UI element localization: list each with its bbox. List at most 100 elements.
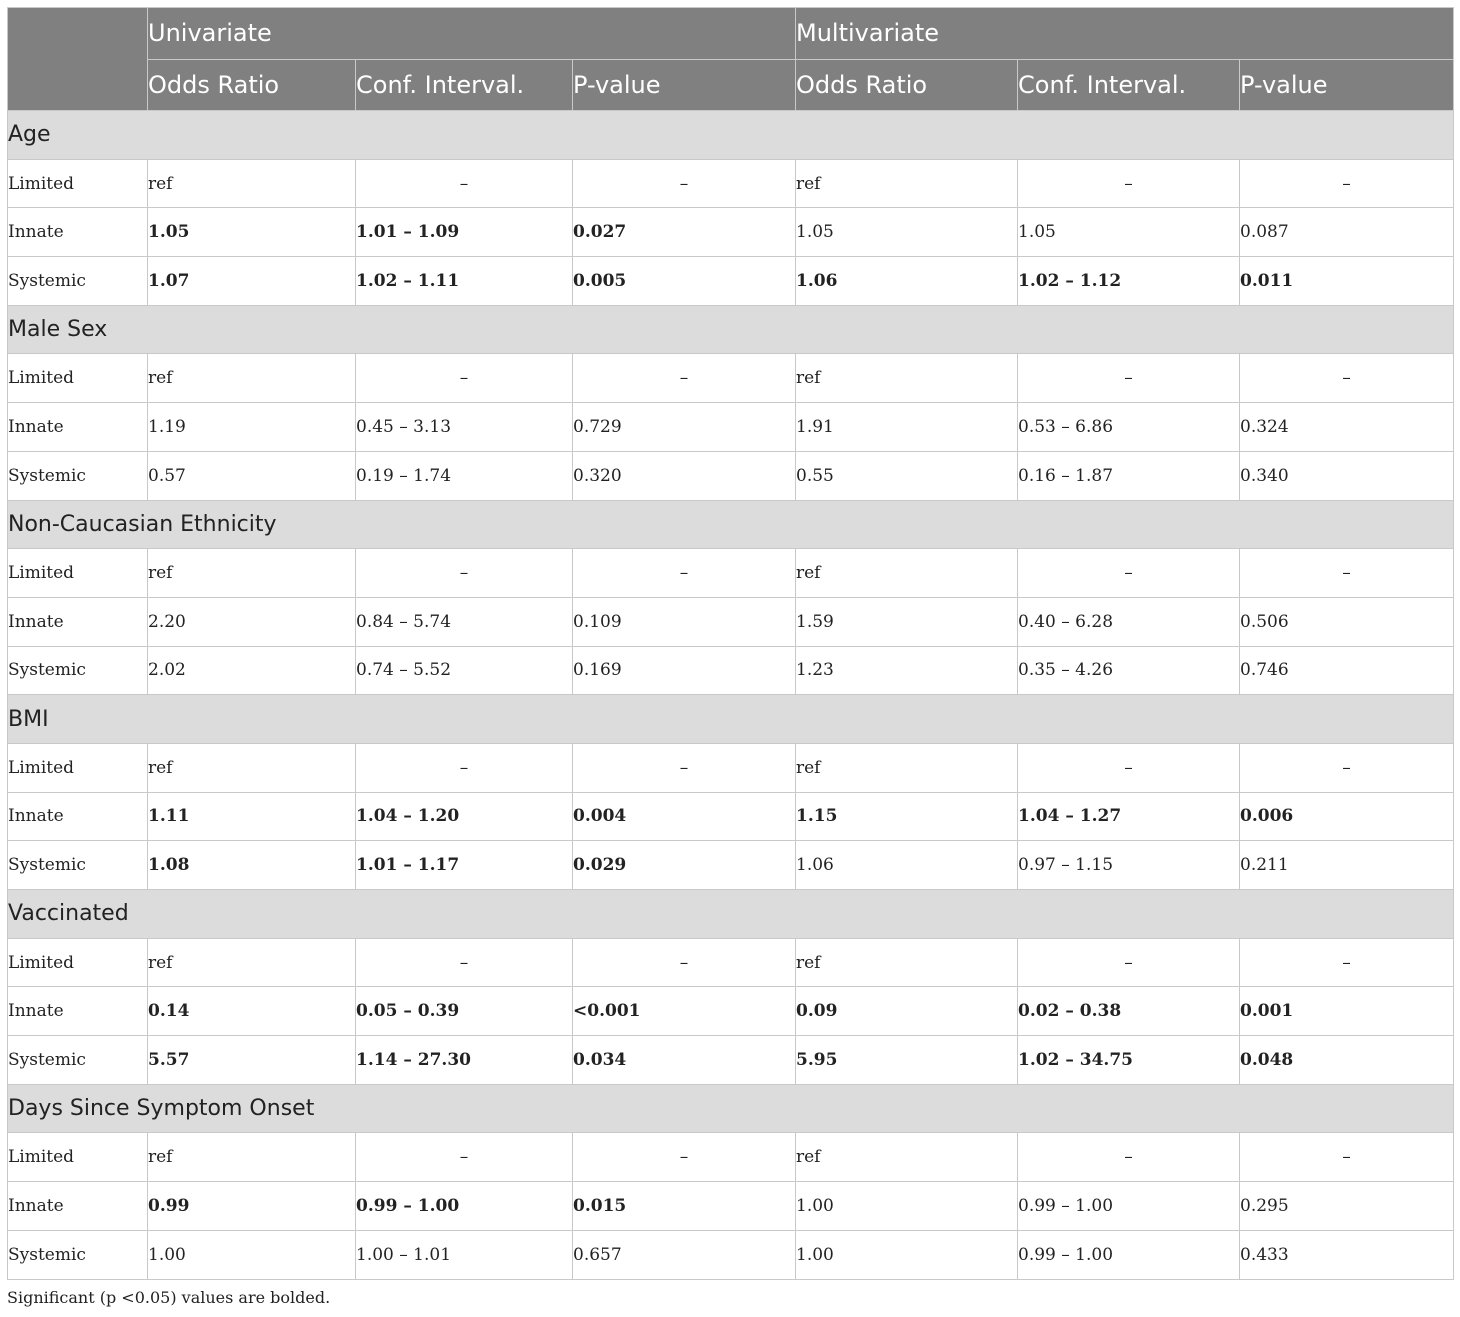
table-cell: 0.005 (572, 256, 796, 306)
table-cell: 1.06 (795, 840, 1018, 890)
table-cell: 0.001 (1239, 986, 1454, 1037)
table-cell: 0.40 – 6.28 (1017, 596, 1240, 647)
table-cell: <0.001 (572, 986, 796, 1037)
table-cell: 0.35 – 4.26 (1017, 645, 1240, 696)
table-cell: 0.015 (572, 1181, 796, 1231)
table-cell: 0.295 (1239, 1181, 1454, 1231)
row-label: Innate (7, 791, 148, 842)
table-cell: 1.14 – 27.30 (355, 1035, 573, 1085)
table-cell: 0.320 (572, 450, 796, 501)
table-cell: – (1239, 742, 1454, 793)
section-header-row: Non-Caucasian Ethnicity (7, 499, 1454, 550)
table-cell: 0.84 – 5.74 (355, 596, 573, 647)
table-cell: 2.02 (147, 645, 356, 696)
table-row: Limited ref – – ref – – (7, 548, 1454, 598)
table-cell: 1.05 (795, 207, 1018, 258)
table-cell: 0.029 (572, 840, 796, 890)
table-cell: 1.01 – 1.17 (355, 840, 573, 890)
row-label: Systemic (7, 1229, 148, 1280)
section-title: Vaccinated (7, 889, 1454, 939)
table-cell: 0.09 (795, 986, 1018, 1037)
table-cell: – (1017, 742, 1240, 793)
table-row: Innate 2.20 0.84 – 5.74 0.109 1.59 0.40 – 6.2… (7, 596, 1454, 647)
header-col-conf-interval: Conf. Interval. (355, 58, 573, 111)
table-cell: 0.97 – 1.15 (1017, 840, 1240, 890)
table-cell: 0.16 – 1.87 (1017, 450, 1240, 501)
table-cell: 0.340 (1239, 450, 1454, 501)
table-row: Systemic 1.08 1.01 – 1.17 0.029 1.06 0.97 – 1… (7, 840, 1454, 890)
table-cell: 0.99 (147, 1181, 356, 1231)
table-cell: ref (147, 548, 356, 598)
table-cell: 0.99 – 1.00 (355, 1181, 573, 1231)
table-cell: – (1017, 548, 1240, 598)
header-col-p-value: P-value (572, 58, 796, 111)
table-row: Systemic 0.57 0.19 – 1.74 0.320 0.55 0.16 – 1… (7, 450, 1454, 501)
table-cell: 0.109 (572, 596, 796, 647)
row-label: Limited (7, 353, 148, 404)
table-cell: 1.02 – 1.11 (355, 256, 573, 306)
header-col-odds-ratio: Odds Ratio (795, 58, 1018, 111)
table-cell: 0.99 – 1.00 (1017, 1229, 1240, 1280)
table-cell: 0.004 (572, 791, 796, 842)
header-col-odds-ratio: Odds Ratio (147, 58, 356, 111)
table-cell: 0.034 (572, 1035, 796, 1085)
header-group-row: Univariate Multivariate (7, 7, 1454, 111)
section-title: Non-Caucasian Ethnicity (7, 499, 1454, 550)
table-cell: – (1239, 937, 1454, 988)
table-cell: – (355, 158, 573, 209)
table-cell: 0.729 (572, 402, 796, 452)
table-cell: 1.02 – 34.75 (1017, 1035, 1240, 1085)
table-cell: 1.05 (147, 207, 356, 258)
table-cell: 0.657 (572, 1229, 796, 1280)
table-cell: 0.99 – 1.00 (1017, 1181, 1240, 1231)
header-group-multivariate: Multivariate (795, 7, 1454, 60)
table-row: Innate 0.14 0.05 – 0.39 <0.001 0.09 0.02 – 0.… (7, 986, 1454, 1037)
table-cell: 0.087 (1239, 207, 1454, 258)
table-cell: 1.59 (795, 596, 1018, 647)
row-label: Limited (7, 742, 148, 793)
table-footnote: Significant (p <0.05) values are bolded. (7, 1288, 331, 1307)
table-cell: 0.55 (795, 450, 1018, 501)
table-cell: 0.324 (1239, 402, 1454, 452)
section-header-row: Vaccinated (7, 889, 1454, 939)
table-cell: – (355, 742, 573, 793)
table-cell: 0.011 (1239, 256, 1454, 306)
table-cell: 1.91 (795, 402, 1018, 452)
table-cell: 0.05 – 0.39 (355, 986, 573, 1037)
section-title: Days Since Symptom Onset (7, 1083, 1454, 1134)
table-header: Univariate Multivariate Odds Ratio Conf.… (7, 7, 1454, 111)
table-cell: 1.00 (795, 1229, 1018, 1280)
row-label: Limited (7, 548, 148, 598)
table-cell: 0.506 (1239, 596, 1454, 647)
table-cell: – (572, 548, 796, 598)
table-cell: ref (795, 937, 1018, 988)
row-label: Innate (7, 1181, 148, 1231)
table-cell: 0.19 – 1.74 (355, 450, 573, 501)
table-row: Innate 1.19 0.45 – 3.13 0.729 1.91 0.53 – 6.8… (7, 402, 1454, 452)
table-cell: – (1017, 1132, 1240, 1183)
table-cell: 5.95 (795, 1035, 1018, 1085)
row-label: Innate (7, 402, 148, 452)
row-label: Systemic (7, 450, 148, 501)
section-title: Male Sex (7, 304, 1454, 355)
table-cell: 0.006 (1239, 791, 1454, 842)
table-row: Limited ref – – ref – – (7, 742, 1454, 793)
table-cell: – (572, 742, 796, 793)
table-row: Systemic 1.07 1.02 – 1.11 0.005 1.06 1.02 – 1… (7, 256, 1454, 306)
header-group-univariate: Univariate (147, 7, 796, 60)
table-cell: 0.027 (572, 207, 796, 258)
table-row: Innate 1.05 1.01 – 1.09 0.027 1.05 1.05 0.087 (7, 207, 1454, 258)
table-cell: – (1017, 937, 1240, 988)
row-label: Limited (7, 1132, 148, 1183)
table-cell: 0.02 – 0.38 (1017, 986, 1240, 1037)
table-cell: 0.45 – 3.13 (355, 402, 573, 452)
section-title: Age (7, 110, 1454, 160)
section-header-row: Age (7, 110, 1454, 160)
table-cell: – (1239, 353, 1454, 404)
header-corner (7, 7, 148, 111)
table-cell: 1.06 (795, 256, 1018, 306)
table-cell: ref (795, 742, 1018, 793)
table-cell: 1.11 (147, 791, 356, 842)
table-cell: ref (147, 937, 356, 988)
table-cell: – (1239, 1132, 1454, 1183)
